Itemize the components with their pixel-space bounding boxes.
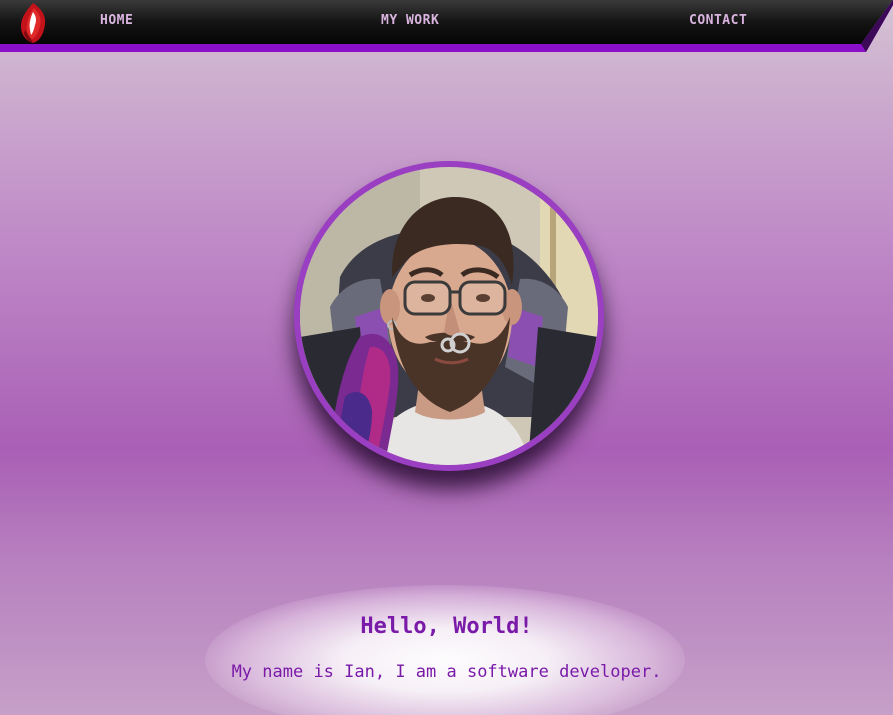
navbar-background	[0, 0, 893, 52]
profile-avatar-frame	[294, 161, 604, 471]
intro-text: My name is Ian, I am a software develope…	[231, 662, 662, 682]
text-glow-backdrop	[205, 585, 685, 715]
nav-my-work-link[interactable]: MY WORK	[381, 13, 439, 28]
hello-world-heading: Hello, World!	[360, 614, 533, 639]
profile-photo	[300, 167, 598, 465]
nav-home-link[interactable]: HOME	[100, 13, 133, 28]
flame-logo-icon[interactable]	[16, 2, 50, 44]
nav-contact-link[interactable]: CONTACT	[689, 13, 747, 28]
top-navbar: HOME MY WORK CONTACT	[0, 0, 893, 52]
